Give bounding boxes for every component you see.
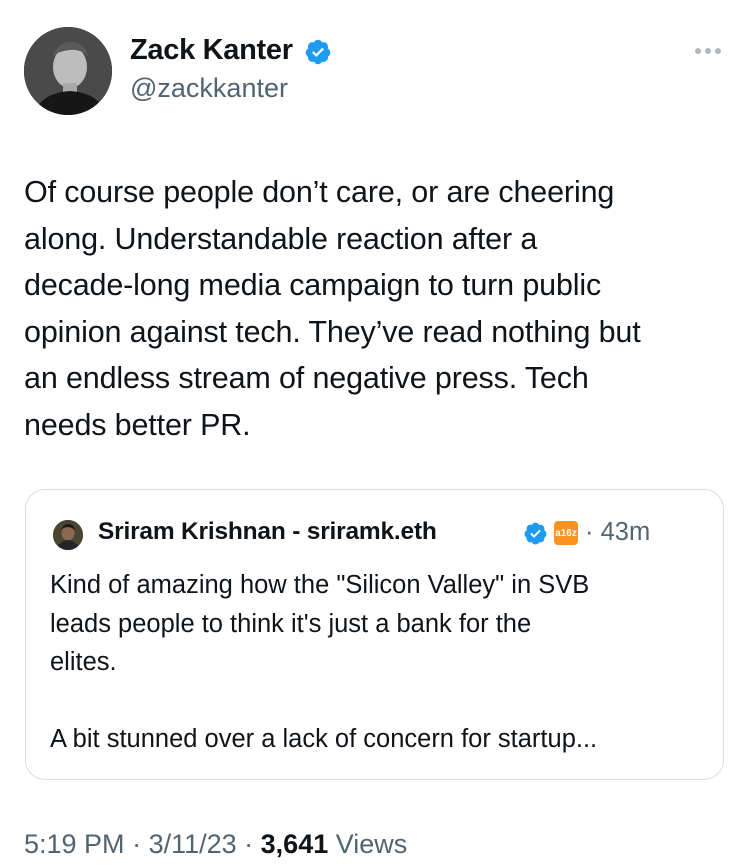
tweet-time[interactable]: 5:19 PM [24,829,125,859]
tweet-text-line: Of course people don’t care, or are chee… [24,175,615,209]
tweet-metadata: 5:19 PM · 3/11/23 · 3,641 Views [24,829,407,860]
quote-text: Kind of amazing how the "Silicon Valley"… [50,566,710,759]
quote-author-avatar-image [53,520,83,550]
tweet-text-line: an endless stream of negative press. Tec… [24,361,589,395]
tweet-text-line: along. Understandable reaction after a [24,221,538,256]
tweet-text-line: opinion against tech. They’ve read nothi… [24,314,641,349]
tweet-text: Of course people don’t care, or are chee… [24,169,736,448]
author-handle[interactable]: @zackkanter [130,73,288,104]
quote-text-line: Kind of amazing how the "Silicon Valley"… [50,571,590,599]
quote-timestamp[interactable]: · 43m [585,518,650,547]
author-avatar-image [24,27,112,115]
author-avatar[interactable] [24,27,112,115]
verified-badge-icon [524,522,547,545]
tweet-text-line: needs better PR. [24,407,251,442]
affiliate-badge-icon[interactable]: a16z [554,521,578,545]
more-horizontal-icon [715,48,721,54]
meta-separator: · [124,829,149,859]
views-count[interactable]: 3,641 [261,829,329,859]
quote-text-line: leads people to think it's just a bank f… [50,609,532,638]
author-name[interactable]: Zack Kanter [130,34,293,67]
verified-badge-icon [305,39,331,65]
quote-text-line: A bit stunned over a lack of concern for… [50,725,598,753]
meta-separator: · [236,829,261,859]
views-label[interactable]: Views [328,829,408,859]
tweet-date[interactable]: 3/11/23 [149,829,237,859]
quote-author-avatar[interactable] [53,520,83,550]
quote-text-line: elites. [50,648,117,676]
more-horizontal-icon [695,48,701,54]
quoted-tweet-card[interactable]: Sriram Krishnan - sriramk.eth a16z · 43m… [25,489,724,780]
tweet-text-line: decade-long media campaign to turn publi… [24,268,602,302]
quote-text-line [50,682,710,721]
more-horizontal-icon [705,48,711,54]
more-options-button[interactable] [690,38,726,64]
quote-author-name[interactable]: Sriram Krishnan - sriramk.eth [98,518,437,546]
